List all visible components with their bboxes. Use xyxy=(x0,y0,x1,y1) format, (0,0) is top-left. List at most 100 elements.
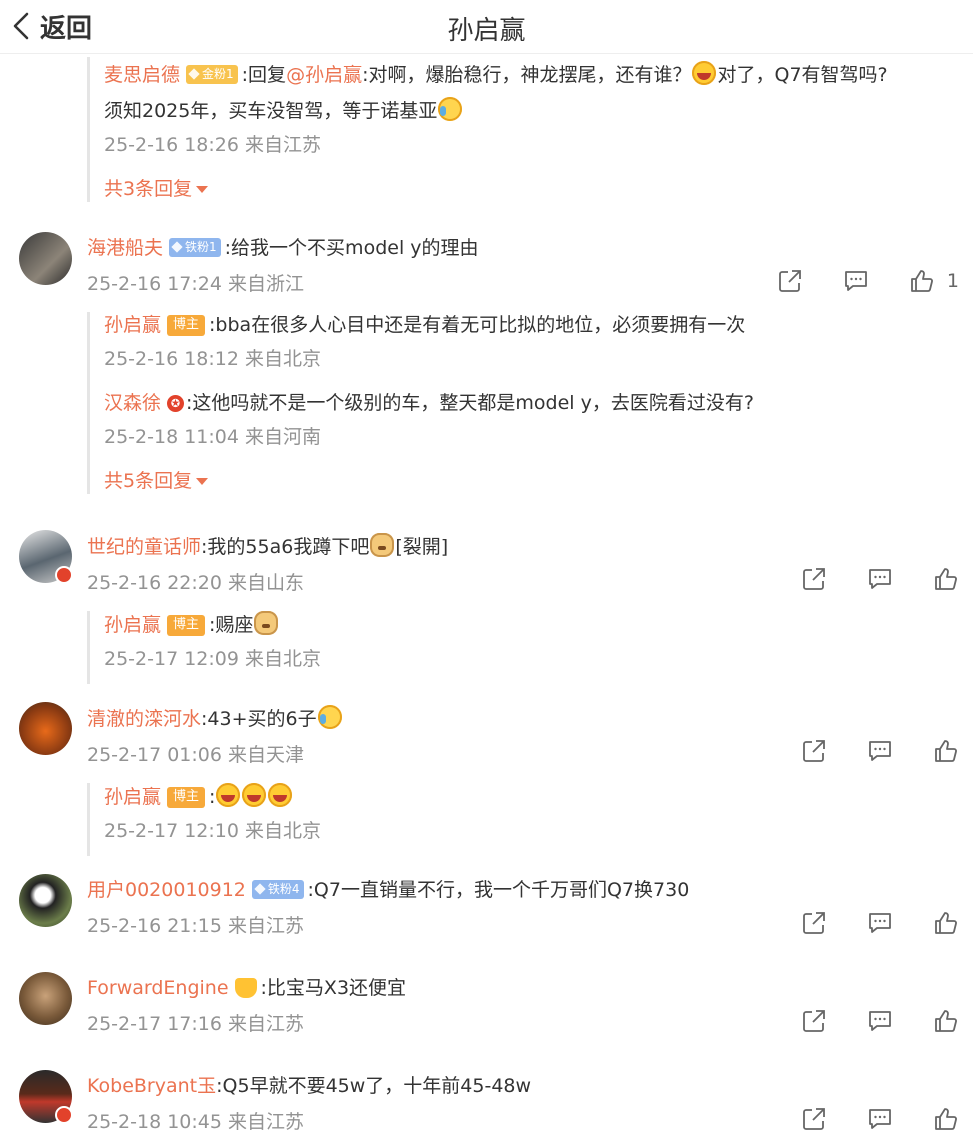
verified-icon xyxy=(55,1106,73,1124)
avatar[interactable] xyxy=(19,530,73,584)
reply-item: 孙启赢 博主:bba在很多人心目中还是有着无可比拟的地位，必须要拥有一次 25-2… xyxy=(104,312,947,372)
comment-icon xyxy=(869,1011,891,1031)
like-button[interactable] xyxy=(933,1008,959,1034)
comment-author[interactable]: 清澈的滦河水 xyxy=(87,708,201,730)
reply-thread: 麦思启德 金粉1:回复@孙启赢:对啊，爆胎稳行，神龙摆尾，还有谁？ 对了，Q7有智驾… xyxy=(87,57,957,202)
comment-button[interactable] xyxy=(867,910,893,936)
like-button[interactable] xyxy=(933,1106,959,1132)
comment-text: :Q5早就不要45w了，十年前45-48w xyxy=(216,1075,532,1097)
share-icon xyxy=(779,270,801,292)
avatar[interactable] xyxy=(19,1070,73,1124)
like-button[interactable] xyxy=(933,566,959,592)
comment-author[interactable]: 用户0020010912 xyxy=(87,879,246,901)
share-icon xyxy=(803,568,825,590)
fan-badge: 金粉1 xyxy=(186,64,238,84)
comment-actions xyxy=(801,1106,959,1132)
share-button[interactable] xyxy=(801,910,827,936)
reply-text: 对了，Q7有智驾吗? xyxy=(717,64,888,86)
reply-item: 孙启赢 博主: 25-2-17 12:10 来自北京 xyxy=(104,783,687,844)
page-title: 孙启赢 xyxy=(447,16,526,46)
comment-actions xyxy=(801,566,959,592)
reply-author[interactable]: 汉森徐 xyxy=(104,392,161,414)
comment-author[interactable]: ForwardEngine xyxy=(87,977,229,999)
comment-timestamp: 25-2-17 01:06 来自天津 xyxy=(87,744,304,766)
comment-author[interactable]: 海港船夫 xyxy=(87,237,163,259)
comment-icon xyxy=(869,913,891,933)
grin-emoji-icon xyxy=(216,783,241,807)
share-icon xyxy=(803,1010,825,1032)
fan-badge: 铁粉1 xyxy=(169,237,221,257)
comment: 世纪的童话师:我的55a6我蹲下吧 [裂開] 25-2-16 22:20 来自山东 xyxy=(87,533,448,596)
reply-text: :这他吗就不是一个级别的车，整天都是model y，去医院看过没有? xyxy=(186,392,754,414)
more-replies-link[interactable]: 共5条回复 xyxy=(104,468,947,494)
comment-author[interactable]: 世纪的童话师 xyxy=(87,536,201,558)
comment-text: :比宝马X3还便宜 xyxy=(260,977,407,999)
reply-item: 汉森徐 ✪:这他吗就不是一个级别的车，整天都是model y，去医院看过没有? 2… xyxy=(104,390,947,450)
verified-icon xyxy=(55,566,73,584)
doge-emoji-icon xyxy=(254,611,279,635)
reply-text: : xyxy=(209,786,216,808)
reply-text: :bba在很多人心目中还是有着无可比拟的地位，必须要拥有一次 xyxy=(209,314,746,336)
comment-button[interactable] xyxy=(867,566,893,592)
more-replies-link[interactable]: 共3条回复 xyxy=(104,176,957,202)
comment-text: :Q7一直销量不行，我一个千万哥们Q7换730 xyxy=(307,879,690,901)
reply-text: 须知2025年，买车没智驾，等于诺基亚 xyxy=(104,100,438,122)
comment-icon xyxy=(869,741,891,761)
comment-button[interactable] xyxy=(867,738,893,764)
avatar[interactable] xyxy=(19,232,72,285)
like-count: 1 xyxy=(946,270,959,292)
share-icon xyxy=(803,1108,825,1130)
reply-text: :回复 xyxy=(241,64,287,86)
comment-actions xyxy=(801,1008,959,1034)
comment-author[interactable]: KobeBryant玉 xyxy=(87,1075,216,1097)
chevron-down-icon xyxy=(196,186,209,193)
comment-timestamp: 25-2-17 17:16 来自江苏 xyxy=(87,1013,304,1035)
comment: 清澈的滦河水:43+买的6子 25-2-17 01:06 来自天津 xyxy=(87,705,343,768)
avatar[interactable] xyxy=(19,702,72,755)
grin-emoji-icon xyxy=(268,783,293,807)
reply-item: 麦思启德 金粉1:回复@孙启赢:对啊，爆胎稳行，神龙摆尾，还有谁？ 对了，Q7有智驾… xyxy=(104,57,957,158)
comment-timestamp: 25-2-16 17:24 来自浙江 xyxy=(87,273,304,295)
mention-link[interactable]: @孙启赢 xyxy=(286,64,362,86)
reply-item: 孙启赢 博主:赐座 25-2-17 12:09 来自北京 xyxy=(104,611,687,672)
like-button[interactable] xyxy=(933,738,959,764)
comment-text: :我的55a6我蹲下吧 xyxy=(201,536,370,558)
like-button[interactable] xyxy=(933,910,959,936)
share-icon xyxy=(803,912,825,934)
comment-icon xyxy=(869,569,891,589)
host-badge: 博主 xyxy=(167,314,206,336)
reply-thread: 孙启赢 博主:赐座 25-2-17 12:09 来自北京 xyxy=(87,611,687,684)
comment-button[interactable] xyxy=(867,1106,893,1132)
share-button[interactable] xyxy=(801,1008,827,1034)
reply-timestamp: 25-2-18 11:04 来自河南 xyxy=(104,426,321,448)
comment-button[interactable] xyxy=(867,1008,893,1034)
reply-author[interactable]: 孙启赢 xyxy=(104,786,161,808)
share-button[interactable] xyxy=(801,1106,827,1132)
reply-text: :对啊，爆胎稳行，神龙摆尾，还有谁？ xyxy=(362,64,692,86)
like-icon xyxy=(935,1108,957,1130)
host-badge: 博主 xyxy=(167,614,206,636)
share-button[interactable] xyxy=(801,566,827,592)
comment-button[interactable] xyxy=(843,268,869,294)
laugh-cry-emoji-icon xyxy=(317,705,342,729)
comment: 海港船夫 铁粉1:给我一个不买model y的理由 25-2-16 17:24 来… xyxy=(87,235,479,297)
like-button[interactable]: 1 xyxy=(909,268,959,294)
reply-author[interactable]: 孙启赢 xyxy=(104,314,161,336)
emoji-text: [裂開] xyxy=(395,536,449,558)
reply-text: :赐座 xyxy=(209,614,254,636)
avatar[interactable] xyxy=(19,874,72,927)
reply-author[interactable]: 麦思启德 xyxy=(104,64,180,86)
share-button[interactable] xyxy=(801,738,827,764)
share-icon xyxy=(803,740,825,762)
comment-actions: 1 xyxy=(777,268,959,294)
verified-icon: ✪ xyxy=(167,395,185,412)
like-icon xyxy=(935,1010,957,1032)
grin-emoji-icon xyxy=(242,783,267,807)
host-badge: 博主 xyxy=(167,786,206,808)
share-button[interactable] xyxy=(777,268,803,294)
reply-author[interactable]: 孙启赢 xyxy=(104,614,161,636)
comment-text: :给我一个不买model y的理由 xyxy=(224,237,479,259)
reply-thread: 孙启赢 博主:bba在很多人心目中还是有着无可比拟的地位，必须要拥有一次 25-2… xyxy=(87,312,947,494)
avatar[interactable] xyxy=(19,972,72,1025)
comment-timestamp: 25-2-16 22:20 来自山东 xyxy=(87,572,304,594)
